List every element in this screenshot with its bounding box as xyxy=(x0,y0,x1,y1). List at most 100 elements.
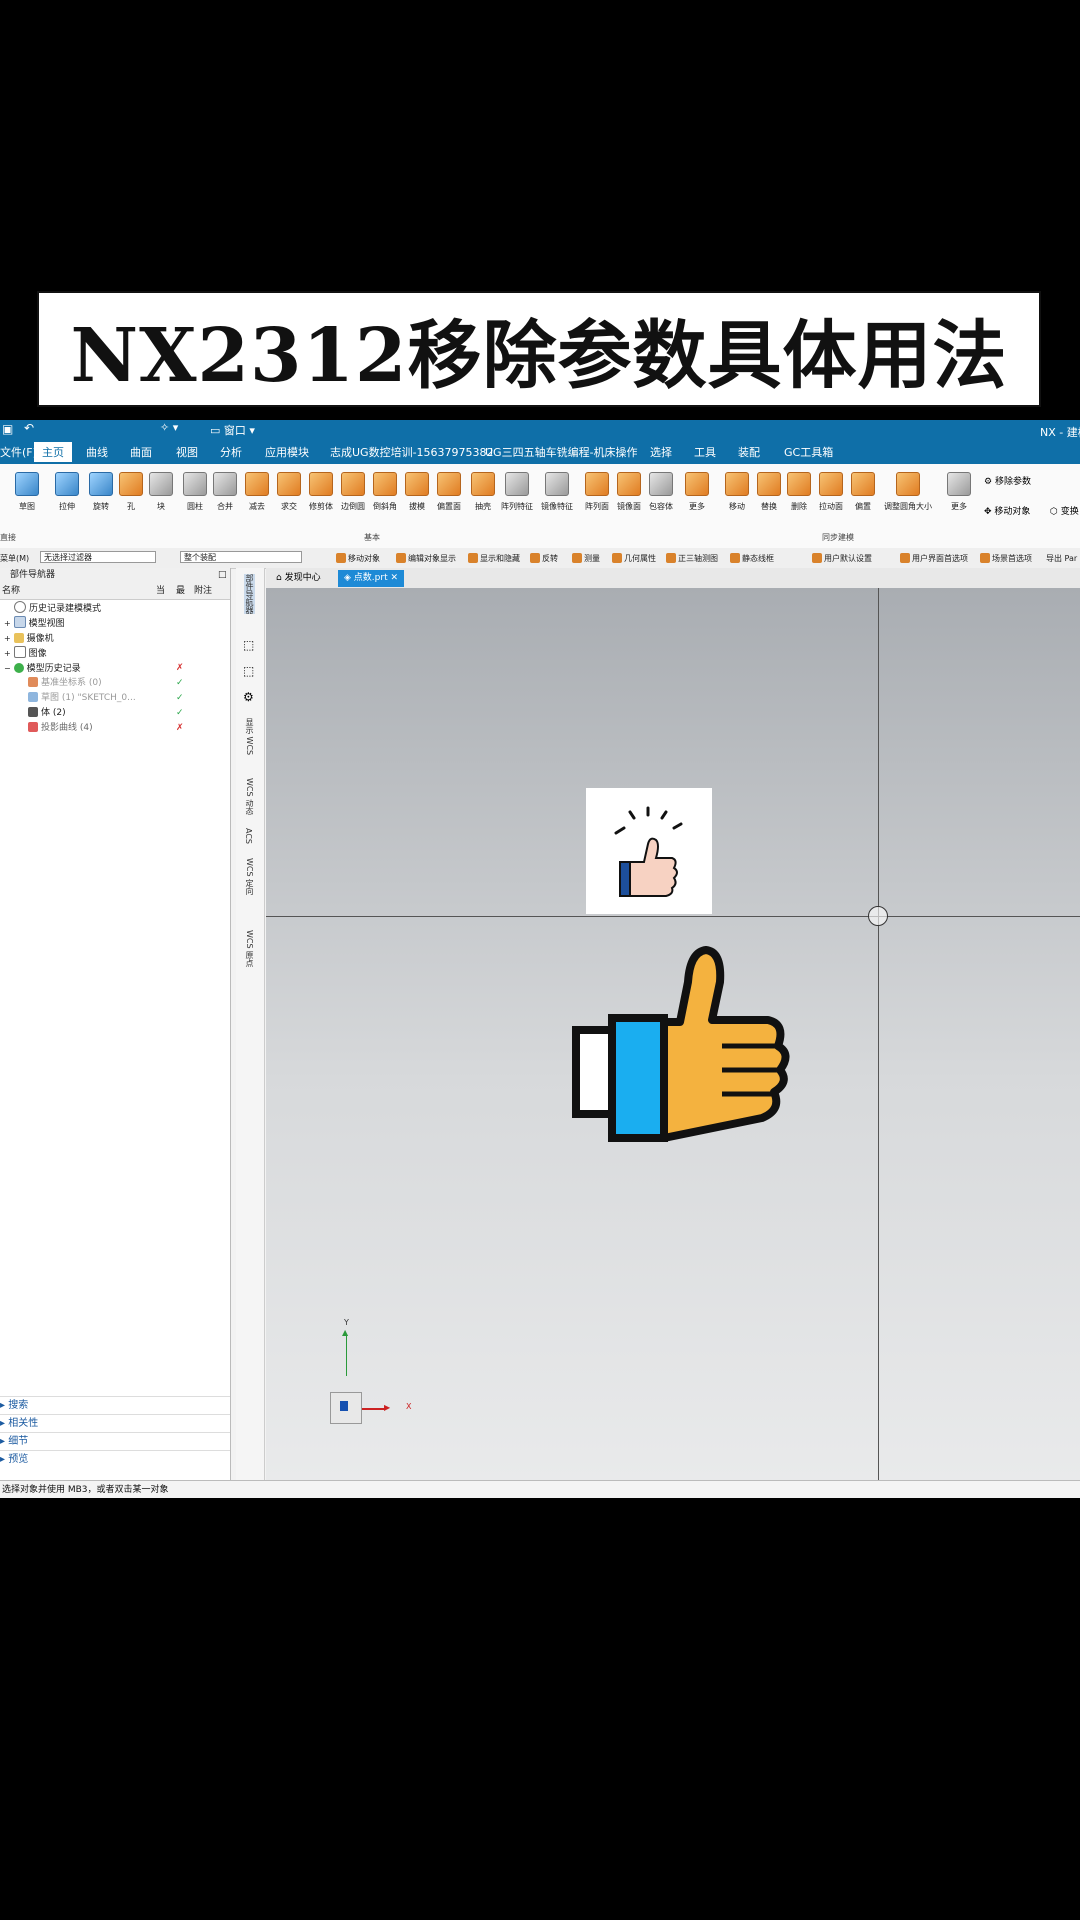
more-basic-button[interactable]: 更多 xyxy=(680,470,714,512)
column-note[interactable]: 附注 xyxy=(194,584,212,599)
block-button[interactable]: 块 xyxy=(144,470,178,512)
remove-parameters-button[interactable]: ⚙ 移除参数 xyxy=(984,474,1031,487)
menu-applications[interactable]: 应用模块 xyxy=(265,444,309,460)
edge-blend-button[interactable]: 边倒圆 xyxy=(336,470,370,512)
column-name[interactable]: 名称 xyxy=(2,584,20,599)
menu-view[interactable]: 视图 xyxy=(176,444,198,460)
edit-display-tool[interactable]: 编辑对象显示 xyxy=(396,553,456,564)
move-object-tool[interactable]: 移动对象 xyxy=(336,553,380,564)
move-face-button[interactable]: 移动 xyxy=(720,470,754,512)
pull-face-button[interactable]: 拉动面 xyxy=(814,470,848,512)
menu-tools[interactable]: 工具 xyxy=(694,444,716,460)
cylinder-button[interactable]: 圆柱 xyxy=(178,470,212,512)
assembly-filter-select[interactable]: 整个装配 xyxy=(180,551,302,563)
export-tool[interactable]: 导出 Par xyxy=(1046,553,1077,564)
trim-body-button[interactable]: 修剪体 xyxy=(304,470,338,512)
customize-icon[interactable]: ✧ ▾ xyxy=(160,421,178,434)
window-icon[interactable]: ▭ 窗口 ▾ xyxy=(210,422,255,438)
column-latest[interactable]: 最 xyxy=(176,584,185,599)
tab-part-file[interactable]: ◈ 点数.prt ✕ xyxy=(338,570,405,587)
menu-assembly[interactable]: 装配 xyxy=(738,444,760,460)
accordion-search[interactable]: ▸ 搜索 xyxy=(0,1396,230,1414)
delete-face-button[interactable]: 删除 xyxy=(782,470,816,512)
intersect-button[interactable]: 求交 xyxy=(272,470,306,512)
expand-icon[interactable]: + xyxy=(4,619,11,628)
static-wireframe-tool[interactable]: 静态线框 xyxy=(730,553,774,564)
menu-home[interactable]: 主页 xyxy=(34,442,72,462)
revolve-button[interactable]: 旋转 xyxy=(84,470,118,512)
menu-analysis[interactable]: 分析 xyxy=(220,444,242,460)
tree-item[interactable]: 投影曲线 (4) ✗ xyxy=(0,721,230,736)
tab-discovery-center[interactable]: ⌂ 发现中心 xyxy=(270,570,327,587)
hole-button[interactable]: 孔 xyxy=(114,470,148,512)
mirror-feature-button[interactable]: 镜像特征 xyxy=(540,470,574,512)
accordion-details[interactable]: ▸ 细节 xyxy=(0,1432,230,1450)
resource-acs[interactable]: ACS xyxy=(244,828,253,844)
expand-icon[interactable]: + xyxy=(4,649,11,658)
subtract-button[interactable]: 减去 xyxy=(240,470,274,512)
invert-tool[interactable]: 反转 xyxy=(530,553,558,564)
menu-custom-2[interactable]: UG三四五轴车铣编程-机床操作 xyxy=(485,444,638,460)
tree-item[interactable]: + 摄像机 xyxy=(0,631,230,646)
menu-dropdown[interactable]: 菜单(M) xyxy=(0,553,29,564)
offset-face-button[interactable]: 偏置面 xyxy=(432,470,466,512)
edge-blend-icon xyxy=(341,472,365,496)
undo-icon[interactable]: ↶ xyxy=(24,421,34,435)
mirror-face-button[interactable]: 镜像面 xyxy=(612,470,646,512)
graphics-window[interactable]: ▲ Y ▶ X xyxy=(266,588,1080,1480)
scene-preferences-tool[interactable]: 场景首选项 xyxy=(980,553,1032,564)
pattern-face-button[interactable]: 阵列面 xyxy=(580,470,614,512)
menu-surface[interactable]: 曲面 xyxy=(130,444,152,460)
pattern-feature-button[interactable]: 阵列特征 xyxy=(500,470,534,512)
reuse-library-icon[interactable]: ⚙ xyxy=(243,690,254,704)
show-hide-tool[interactable]: 显示和隐藏 xyxy=(468,553,520,564)
transform-button[interactable]: ⬡ 变换 xyxy=(1050,504,1079,517)
tree-item[interactable]: 历史记录建模模式 xyxy=(0,601,230,616)
resize-blend-button[interactable]: 调整圆角大小 xyxy=(880,470,936,512)
geometry-properties-tool[interactable]: 几何属性 xyxy=(612,553,656,564)
replace-face-button[interactable]: 替换 xyxy=(752,470,786,512)
tree-item[interactable]: 草图 (1) "SKETCH_0... ✓ xyxy=(0,691,230,706)
resource-wcs-orient[interactable]: WCS 定向 xyxy=(244,858,255,895)
more-sync-button[interactable]: 更多 xyxy=(942,470,976,512)
tree-item[interactable]: + 图像 xyxy=(0,646,230,661)
collapse-icon[interactable]: − xyxy=(4,664,11,673)
resize-blend-icon xyxy=(896,472,920,496)
menu-select[interactable]: 选择 xyxy=(650,444,672,460)
accordion-dependencies[interactable]: ▸ 相关性 xyxy=(0,1414,230,1432)
tree-item[interactable]: − 模型历史记录 ✗ xyxy=(0,661,230,676)
expand-icon[interactable]: + xyxy=(4,634,11,643)
column-current[interactable]: 当 xyxy=(156,584,165,599)
resource-part-navigator[interactable]: 部件导航器 xyxy=(244,574,255,614)
chamfer-button[interactable]: 倒斜角 xyxy=(368,470,402,512)
shell-button[interactable]: 抽壳 xyxy=(466,470,500,512)
resource-show-wcs[interactable]: 显示 WCS xyxy=(244,718,255,755)
user-defaults-tool[interactable]: 用户默认设置 xyxy=(812,553,872,564)
extrude-button[interactable]: 拉伸 xyxy=(50,470,84,512)
transform-icon: ⬡ xyxy=(1050,507,1058,517)
unite-button[interactable]: 合并 xyxy=(208,470,242,512)
tree-item[interactable]: 体 (2) ✓ xyxy=(0,706,230,721)
wrap-body-button[interactable]: 包容体 xyxy=(644,470,678,512)
move-object-button[interactable]: ✥ 移动对象 xyxy=(984,504,1030,517)
constraint-navigator-icon[interactable]: ⬚ xyxy=(243,664,254,678)
menu-gc-toolbox[interactable]: GC工具箱 xyxy=(784,444,833,460)
assembly-navigator-icon[interactable]: ⬚ xyxy=(243,638,254,652)
offset-region-button[interactable]: 偏置 xyxy=(846,470,880,512)
maximize-icon[interactable]: □ xyxy=(218,568,227,583)
resource-wcs-origin[interactable]: WCS 原点 xyxy=(244,930,255,967)
menu-custom-1[interactable]: 志成UG数控培训-15637975382 xyxy=(330,444,494,460)
tree-item[interactable]: 基准坐标系 (0) ✓ xyxy=(0,676,230,691)
measure-tool[interactable]: 测量 xyxy=(572,553,600,564)
menu-file[interactable]: 文件(F) xyxy=(0,444,37,460)
save-icon[interactable]: ▣ xyxy=(2,422,13,436)
draft-button[interactable]: 拔模 xyxy=(400,470,434,512)
sketch-button[interactable]: 草图 xyxy=(10,470,44,512)
resource-wcs-dynamic[interactable]: WCS 动态 xyxy=(244,778,255,815)
accordion-preview[interactable]: ▸ 预览 xyxy=(0,1450,230,1468)
trimetric-view-tool[interactable]: 正三轴测图 xyxy=(666,553,718,564)
tree-item[interactable]: + 模型视图 xyxy=(0,616,230,631)
type-filter-select[interactable]: 无选择过滤器 xyxy=(40,551,156,563)
ui-preferences-tool[interactable]: 用户界面首选项 xyxy=(900,553,968,564)
menu-curve[interactable]: 曲线 xyxy=(86,444,108,460)
